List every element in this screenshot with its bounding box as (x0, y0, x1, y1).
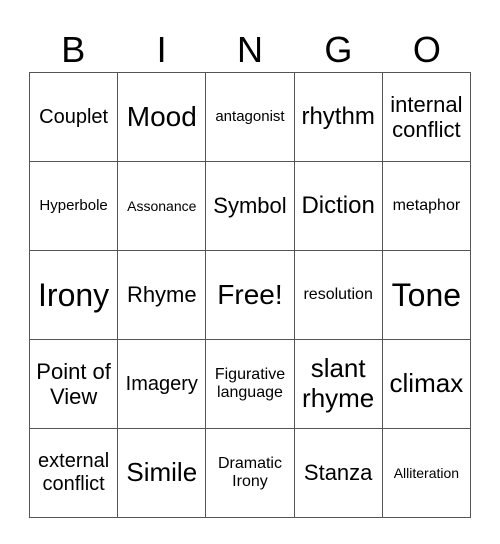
cell-text: Alliteration (393, 464, 460, 481)
bingo-cell[interactable]: Hyperbole (28, 161, 119, 251)
cell-text: Stanza (303, 460, 373, 486)
bingo-row: Irony Rhyme Free! resolution Tone (28, 250, 472, 340)
cell-text: Figurative language (214, 365, 286, 401)
header-letter-b: B (61, 29, 86, 70)
cell-text: Irony (38, 276, 110, 313)
bingo-cell[interactable]: Couplet (28, 72, 119, 162)
bingo-card: Couplet Mood antagonist rhythm internal conf… (28, 72, 472, 518)
cell-text: Free! (217, 278, 283, 310)
cell-text: Diction (301, 192, 375, 220)
cell-text: Couplet (39, 105, 109, 128)
bingo-cell[interactable]: slant rhyme (293, 339, 383, 429)
cell-text: Rhyme (126, 282, 197, 308)
bingo-cell[interactable]: Figurative language (205, 339, 295, 429)
bingo-row: Couplet Mood antagonist rhythm internal conf… (28, 72, 472, 162)
bingo-row: Hyperbole Assonance Symbol Diction metaphor (28, 161, 472, 251)
free-space[interactable]: Free! (205, 250, 295, 340)
header-letter-g: G (324, 29, 353, 70)
bingo-row: Point of View Imagery Figurative language s… (28, 339, 472, 429)
bingo-cell[interactable]: Imagery (117, 339, 207, 429)
bingo-cell[interactable]: antagonist (205, 72, 295, 162)
bingo-cell[interactable]: internal conflict (381, 72, 472, 162)
cell-text: Mood (126, 100, 197, 132)
cell-text: resolution (303, 285, 373, 303)
cell-text: external conflict (38, 450, 110, 495)
bingo-cell[interactable]: external conflict (28, 428, 119, 518)
header-letter-i: I (156, 29, 167, 70)
bingo-cell[interactable]: Diction (293, 161, 383, 251)
cell-text: Simile (126, 457, 198, 488)
bingo-cell[interactable]: Point of View (28, 339, 119, 429)
cell-text: Symbol (213, 193, 287, 219)
cell-text: Imagery (125, 372, 198, 395)
bingo-header: B I N G O (29, 28, 471, 72)
bingo-cell[interactable]: metaphor (381, 161, 472, 251)
bingo-row: external conflict Simile Dramatic Irony Sta… (28, 428, 472, 518)
bingo-cell[interactable]: rhythm (293, 72, 383, 162)
bingo-cell[interactable]: Mood (117, 72, 207, 162)
bingo-cell[interactable]: resolution (293, 250, 383, 340)
bingo-cell[interactable]: climax (381, 339, 472, 429)
cell-text: Assonance (127, 197, 197, 214)
cell-text: Point of View (36, 358, 111, 409)
cell-text: slant rhyme (302, 353, 375, 413)
cell-text: rhythm (301, 103, 375, 131)
cell-text: Dramatic Irony (217, 454, 282, 490)
header-letter-o: O (412, 29, 441, 70)
bingo-cell[interactable]: Simile (117, 428, 207, 518)
cell-text: antagonist (215, 108, 285, 126)
bingo-cell[interactable]: Symbol (205, 161, 295, 251)
bingo-cell[interactable]: Dramatic Irony (205, 428, 295, 518)
cell-text: metaphor (392, 196, 461, 214)
bingo-cell[interactable]: Irony (28, 250, 119, 340)
cell-text: internal conflict (390, 91, 463, 142)
bingo-cell[interactable]: Stanza (293, 428, 383, 518)
cell-text: Tone (391, 276, 462, 313)
header-letter-n: N (237, 29, 264, 70)
cell-text: climax (389, 368, 464, 399)
bingo-cell[interactable]: Tone (381, 250, 472, 340)
bingo-cell[interactable]: Rhyme (117, 250, 207, 340)
cell-text: Hyperbole (39, 197, 108, 215)
bingo-cell[interactable]: Alliteration (381, 428, 472, 518)
bingo-cell[interactable]: Assonance (117, 161, 207, 251)
